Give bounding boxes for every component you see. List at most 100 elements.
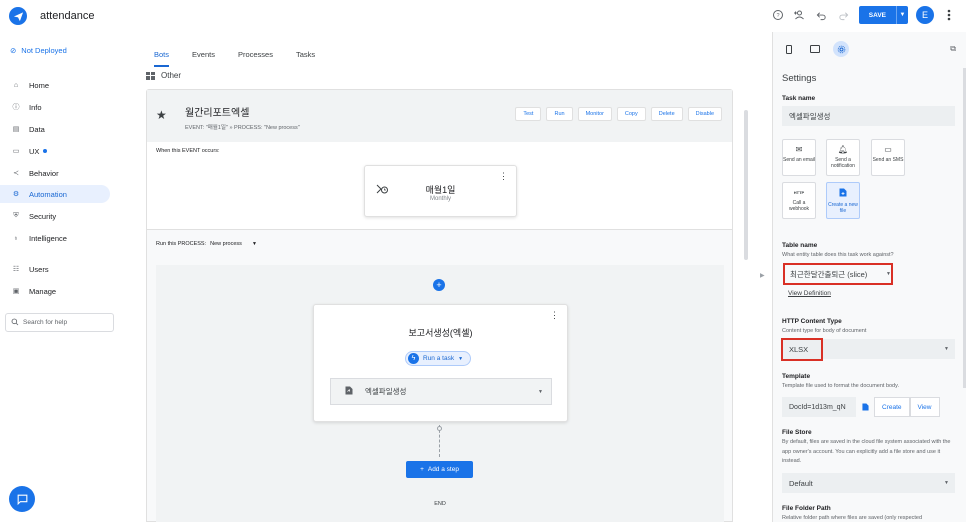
file-store-help: By default, files are saved in the cloud… bbox=[782, 439, 951, 464]
view-definition-link[interactable]: View Definition bbox=[788, 290, 831, 297]
template-help: Template file used to format the documen… bbox=[782, 383, 899, 389]
group-label: Other bbox=[161, 71, 182, 80]
run-button[interactable]: Run bbox=[546, 107, 573, 121]
sidebar-item-label: Security bbox=[29, 211, 57, 221]
main-scrollbar[interactable] bbox=[744, 110, 748, 260]
intelligence-icon: ♁ bbox=[13, 234, 19, 242]
automation-tabs: Bots Events Processes Tasks bbox=[154, 50, 338, 67]
end-label: END bbox=[434, 501, 446, 507]
top-bar: attendance ? SAVE ▼ E bbox=[0, 0, 966, 32]
task-name-field[interactable]: 엑셀파일생성 bbox=[782, 106, 955, 126]
call-webhook-option[interactable]: HTTP Call a webhook bbox=[782, 182, 816, 219]
sidebar-item-label: Manage bbox=[29, 286, 57, 296]
sidebar-item-home[interactable]: ⌂ Home bbox=[0, 76, 110, 94]
sidebar-item-users[interactable]: ☷ Users bbox=[0, 260, 110, 278]
event-frequency: Monthly bbox=[429, 196, 451, 202]
copy-button[interactable]: Copy bbox=[616, 107, 646, 121]
option-label: Send a notification bbox=[831, 157, 855, 169]
file-store-select[interactable]: Default ▼ bbox=[782, 473, 955, 493]
sidebar-item-label: Users bbox=[29, 264, 49, 274]
settings-title: Settings bbox=[782, 73, 817, 84]
step-card[interactable]: ⋮ 보고서생성(엑셀) ϟ Run a task ▼ 엑셀파일생성 ▼ bbox=[313, 304, 568, 422]
collapse-panel-icon[interactable]: ▶ bbox=[760, 272, 765, 279]
run-task-chip[interactable]: ϟ Run a task ▼ bbox=[405, 351, 472, 366]
send-notification-option[interactable]: 🔔︎ Send a notification bbox=[826, 139, 860, 176]
sidebar-item-label: Info bbox=[29, 102, 42, 112]
template-field[interactable]: DocId=1d13m_qN bbox=[782, 397, 856, 417]
tab-processes[interactable]: Processes bbox=[238, 50, 273, 67]
sidebar-item-security[interactable]: ⛨ Security bbox=[0, 207, 110, 225]
sidebar-item-data[interactable]: ▤ Data bbox=[0, 120, 110, 138]
template-view-button[interactable]: View bbox=[909, 397, 940, 417]
http-content-type-help: Content type for body of document bbox=[782, 328, 867, 334]
send-sms-option[interactable]: ▭ Send an SMS bbox=[871, 139, 905, 176]
add-person-icon[interactable] bbox=[793, 8, 807, 22]
save-dropdown-icon[interactable]: ▼ bbox=[896, 6, 908, 24]
search-help-input[interactable]: Search for help bbox=[5, 313, 114, 332]
sidebar-item-ux[interactable]: ▭ UX bbox=[0, 142, 110, 160]
plus-icon: + bbox=[420, 466, 424, 473]
phone-view-icon[interactable] bbox=[781, 41, 797, 57]
chevron-down-icon: ▼ bbox=[251, 241, 257, 247]
disable-button[interactable]: Disable bbox=[687, 107, 722, 121]
group-header[interactable]: Other bbox=[146, 71, 181, 80]
tab-tasks[interactable]: Tasks bbox=[296, 50, 315, 67]
star-icon[interactable]: ★ bbox=[156, 108, 167, 122]
process-selector[interactable]: Run this PROCESS: New process ▼ bbox=[156, 241, 257, 247]
bolt-icon: ϟ bbox=[408, 353, 419, 364]
avatar[interactable]: E bbox=[916, 6, 934, 24]
left-sidebar: ⊘ Not Deployed ⌂ Home ⓘ Info ▤ Data ▭ UX… bbox=[0, 32, 122, 522]
monitor-button[interactable]: Monitor bbox=[577, 107, 612, 121]
save-button[interactable]: SAVE bbox=[858, 6, 896, 24]
add-step-top-icon[interactable]: + bbox=[433, 279, 445, 291]
ux-notification-dot bbox=[43, 149, 48, 153]
template-create-button[interactable]: Create bbox=[874, 397, 910, 417]
security-icon: ⛨ bbox=[13, 212, 19, 219]
sidebar-item-intelligence[interactable]: ♁ Intelligence bbox=[0, 229, 110, 247]
more-vert-icon[interactable] bbox=[942, 8, 956, 22]
add-step-button[interactable]: + Add a step bbox=[406, 461, 473, 478]
sidebar-item-info[interactable]: ⓘ Info bbox=[0, 98, 110, 116]
undo-icon[interactable] bbox=[815, 8, 829, 22]
chat-button[interactable] bbox=[9, 486, 35, 512]
chevron-down-icon: ▼ bbox=[944, 480, 949, 486]
tab-bots[interactable]: Bots bbox=[154, 50, 170, 67]
process-label: Run this PROCESS: bbox=[156, 241, 207, 247]
template-file-icon[interactable] bbox=[856, 403, 874, 411]
event-section: When this EVENT occurs: 매월1일 Monthly ⋮ bbox=[147, 142, 732, 230]
send-email-option[interactable]: ✉ Send an email bbox=[782, 139, 816, 176]
add-step-label: Add a step bbox=[427, 466, 459, 473]
option-label: Call a webhook bbox=[788, 200, 809, 212]
search-icon bbox=[11, 318, 19, 328]
automation-icon: ⚙ bbox=[12, 191, 20, 198]
event-name: 매월1일 bbox=[425, 185, 456, 195]
redo-icon[interactable] bbox=[837, 8, 851, 22]
task-select[interactable]: 엑셀파일생성 ▼ bbox=[330, 378, 552, 405]
help-icon[interactable]: ? bbox=[771, 8, 785, 22]
option-label: Send an SMS bbox=[872, 157, 904, 163]
grid-icon bbox=[146, 71, 155, 80]
delete-button[interactable]: Delete bbox=[650, 107, 683, 121]
sidebar-item-behavior[interactable]: ≺ Behavior bbox=[0, 164, 110, 182]
data-icon: ▤ bbox=[12, 126, 20, 133]
test-button[interactable]: Test bbox=[515, 107, 542, 121]
app-logo-icon[interactable] bbox=[9, 7, 27, 25]
template-label: Template bbox=[782, 373, 811, 380]
option-label: Send an email bbox=[783, 157, 815, 163]
sidebar-item-label: Automation bbox=[29, 189, 67, 199]
event-more-icon[interactable]: ⋮ bbox=[499, 172, 508, 181]
sidebar-item-automation[interactable]: ⚙ Automation bbox=[0, 185, 110, 203]
tablet-view-icon[interactable] bbox=[807, 41, 823, 57]
chat-icon bbox=[17, 494, 27, 505]
tab-events[interactable]: Events bbox=[192, 50, 215, 67]
http-content-type-label: HTTP Content Type bbox=[782, 318, 842, 325]
deploy-status[interactable]: ⊘ Not Deployed bbox=[10, 46, 67, 55]
settings-panel: ⧉ Settings Task name 엑셀파일생성 ✉ Send an em… bbox=[772, 32, 966, 522]
step-more-icon[interactable]: ⋮ bbox=[550, 311, 559, 320]
event-card[interactable]: 매월1일 Monthly ⋮ bbox=[364, 165, 517, 217]
settings-gear-icon[interactable] bbox=[833, 41, 849, 57]
sidebar-item-manage[interactable]: ▣ Manage bbox=[0, 282, 110, 300]
create-file-option[interactable]: Create a new file bbox=[826, 182, 860, 219]
process-name: New process bbox=[210, 241, 242, 247]
open-external-icon[interactable]: ⧉ bbox=[950, 44, 956, 54]
